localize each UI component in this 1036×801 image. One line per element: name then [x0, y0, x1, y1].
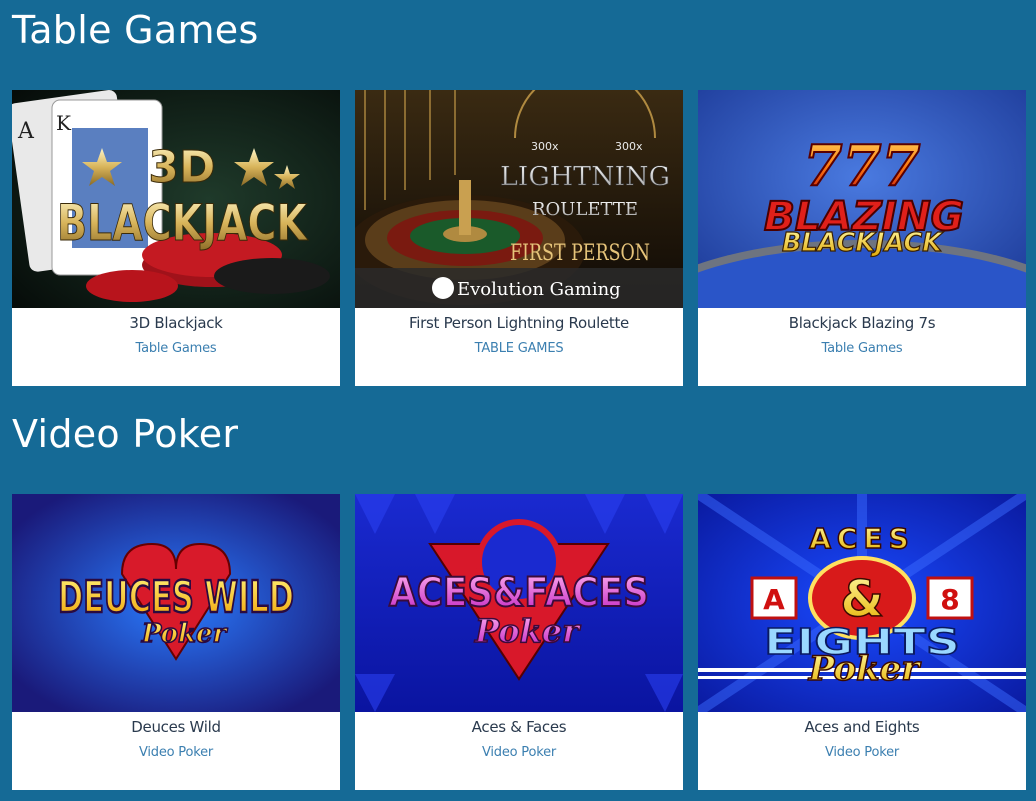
- game-name[interactable]: Blackjack Blazing 7s: [698, 314, 1026, 332]
- game-name[interactable]: First Person Lightning Roulette: [355, 314, 683, 332]
- art-title-roulette: ROULETTE: [532, 199, 638, 220]
- game-category: Table Games: [135, 341, 217, 356]
- game-thumbnail[interactable]: 300x 300x LIGHTNING ROULETTE FIRST PERSO…: [355, 90, 683, 308]
- game-thumbnail[interactable]: ACES A 8 & EIGHTS Poker: [698, 494, 1026, 712]
- art-sevens: 777: [804, 133, 921, 199]
- multiplier-left: 300x: [531, 140, 559, 153]
- art-subtitle-poker: Poker: [141, 619, 229, 649]
- art-title-blackjack: BLACKJACK: [782, 228, 944, 258]
- game-card-deuces-wild[interactable]: DEUCES WILD Poker Deuces Wild Video Poke…: [12, 494, 340, 790]
- section-title-table-games: Table Games: [12, 8, 259, 52]
- game-card-aces-and-eights[interactable]: ACES A 8 & EIGHTS Poker Aces and Eights …: [698, 494, 1026, 790]
- art-title-blackjack: BLACKJACK: [57, 194, 309, 252]
- game-thumbnail[interactable]: A K 3D BLACKJACK: [12, 90, 340, 308]
- art-title-3d: 3D: [148, 142, 215, 193]
- game-card-3d-blackjack[interactable]: A K 3D BLACKJACK 3D Blackjack Table Game…: [12, 90, 340, 386]
- section-title-video-poker: Video Poker: [12, 412, 239, 456]
- game-thumbnail[interactable]: 777 BLAZING BLACKJACK: [698, 90, 1026, 308]
- game-name[interactable]: Aces and Eights: [698, 718, 1026, 736]
- evolution-logo-icon: [432, 277, 454, 299]
- art-subtitle-poker: Poker: [808, 649, 922, 689]
- game-name[interactable]: 3D Blackjack: [12, 314, 340, 332]
- game-category: Table Games: [821, 341, 903, 356]
- game-category: TABLE GAMES: [474, 341, 564, 356]
- art-title-first-person: FIRST PERSON: [510, 241, 650, 266]
- game-card-blackjack-blazing-7s[interactable]: 777 BLAZING BLACKJACK Blackjack Blazing …: [698, 90, 1026, 386]
- game-thumbnail[interactable]: ACES&FACES Poker: [355, 494, 683, 712]
- game-category: Video Poker: [824, 745, 900, 760]
- card-a: A: [763, 583, 785, 616]
- game-category: Video Poker: [138, 745, 214, 760]
- card-rank-k: K: [56, 111, 72, 135]
- art-title-deuces-wild: DEUCES WILD: [58, 572, 294, 623]
- card-rank-a: A: [17, 119, 35, 144]
- game-thumbnail[interactable]: DEUCES WILD Poker: [12, 494, 340, 712]
- art-ampersand: &: [840, 570, 884, 628]
- multiplier-right: 300x: [615, 140, 643, 153]
- art-title-lightning: LIGHTNING: [500, 162, 670, 192]
- provider-name: Evolution Gaming: [457, 279, 621, 300]
- game-name[interactable]: Aces & Faces: [355, 718, 683, 736]
- game-category: Video Poker: [481, 745, 557, 760]
- game-card-aces-faces[interactable]: ACES&FACES Poker Aces & Faces Video Poke…: [355, 494, 683, 790]
- art-subtitle-poker: Poker: [474, 612, 581, 650]
- art-title-aces-faces: ACES&FACES: [389, 570, 649, 616]
- card-8: 8: [940, 583, 959, 616]
- game-card-first-person-lightning-roulette[interactable]: 300x 300x LIGHTNING ROULETTE FIRST PERSO…: [355, 90, 683, 386]
- game-name[interactable]: Deuces Wild: [12, 718, 340, 736]
- art-title-aces: ACES: [809, 522, 915, 555]
